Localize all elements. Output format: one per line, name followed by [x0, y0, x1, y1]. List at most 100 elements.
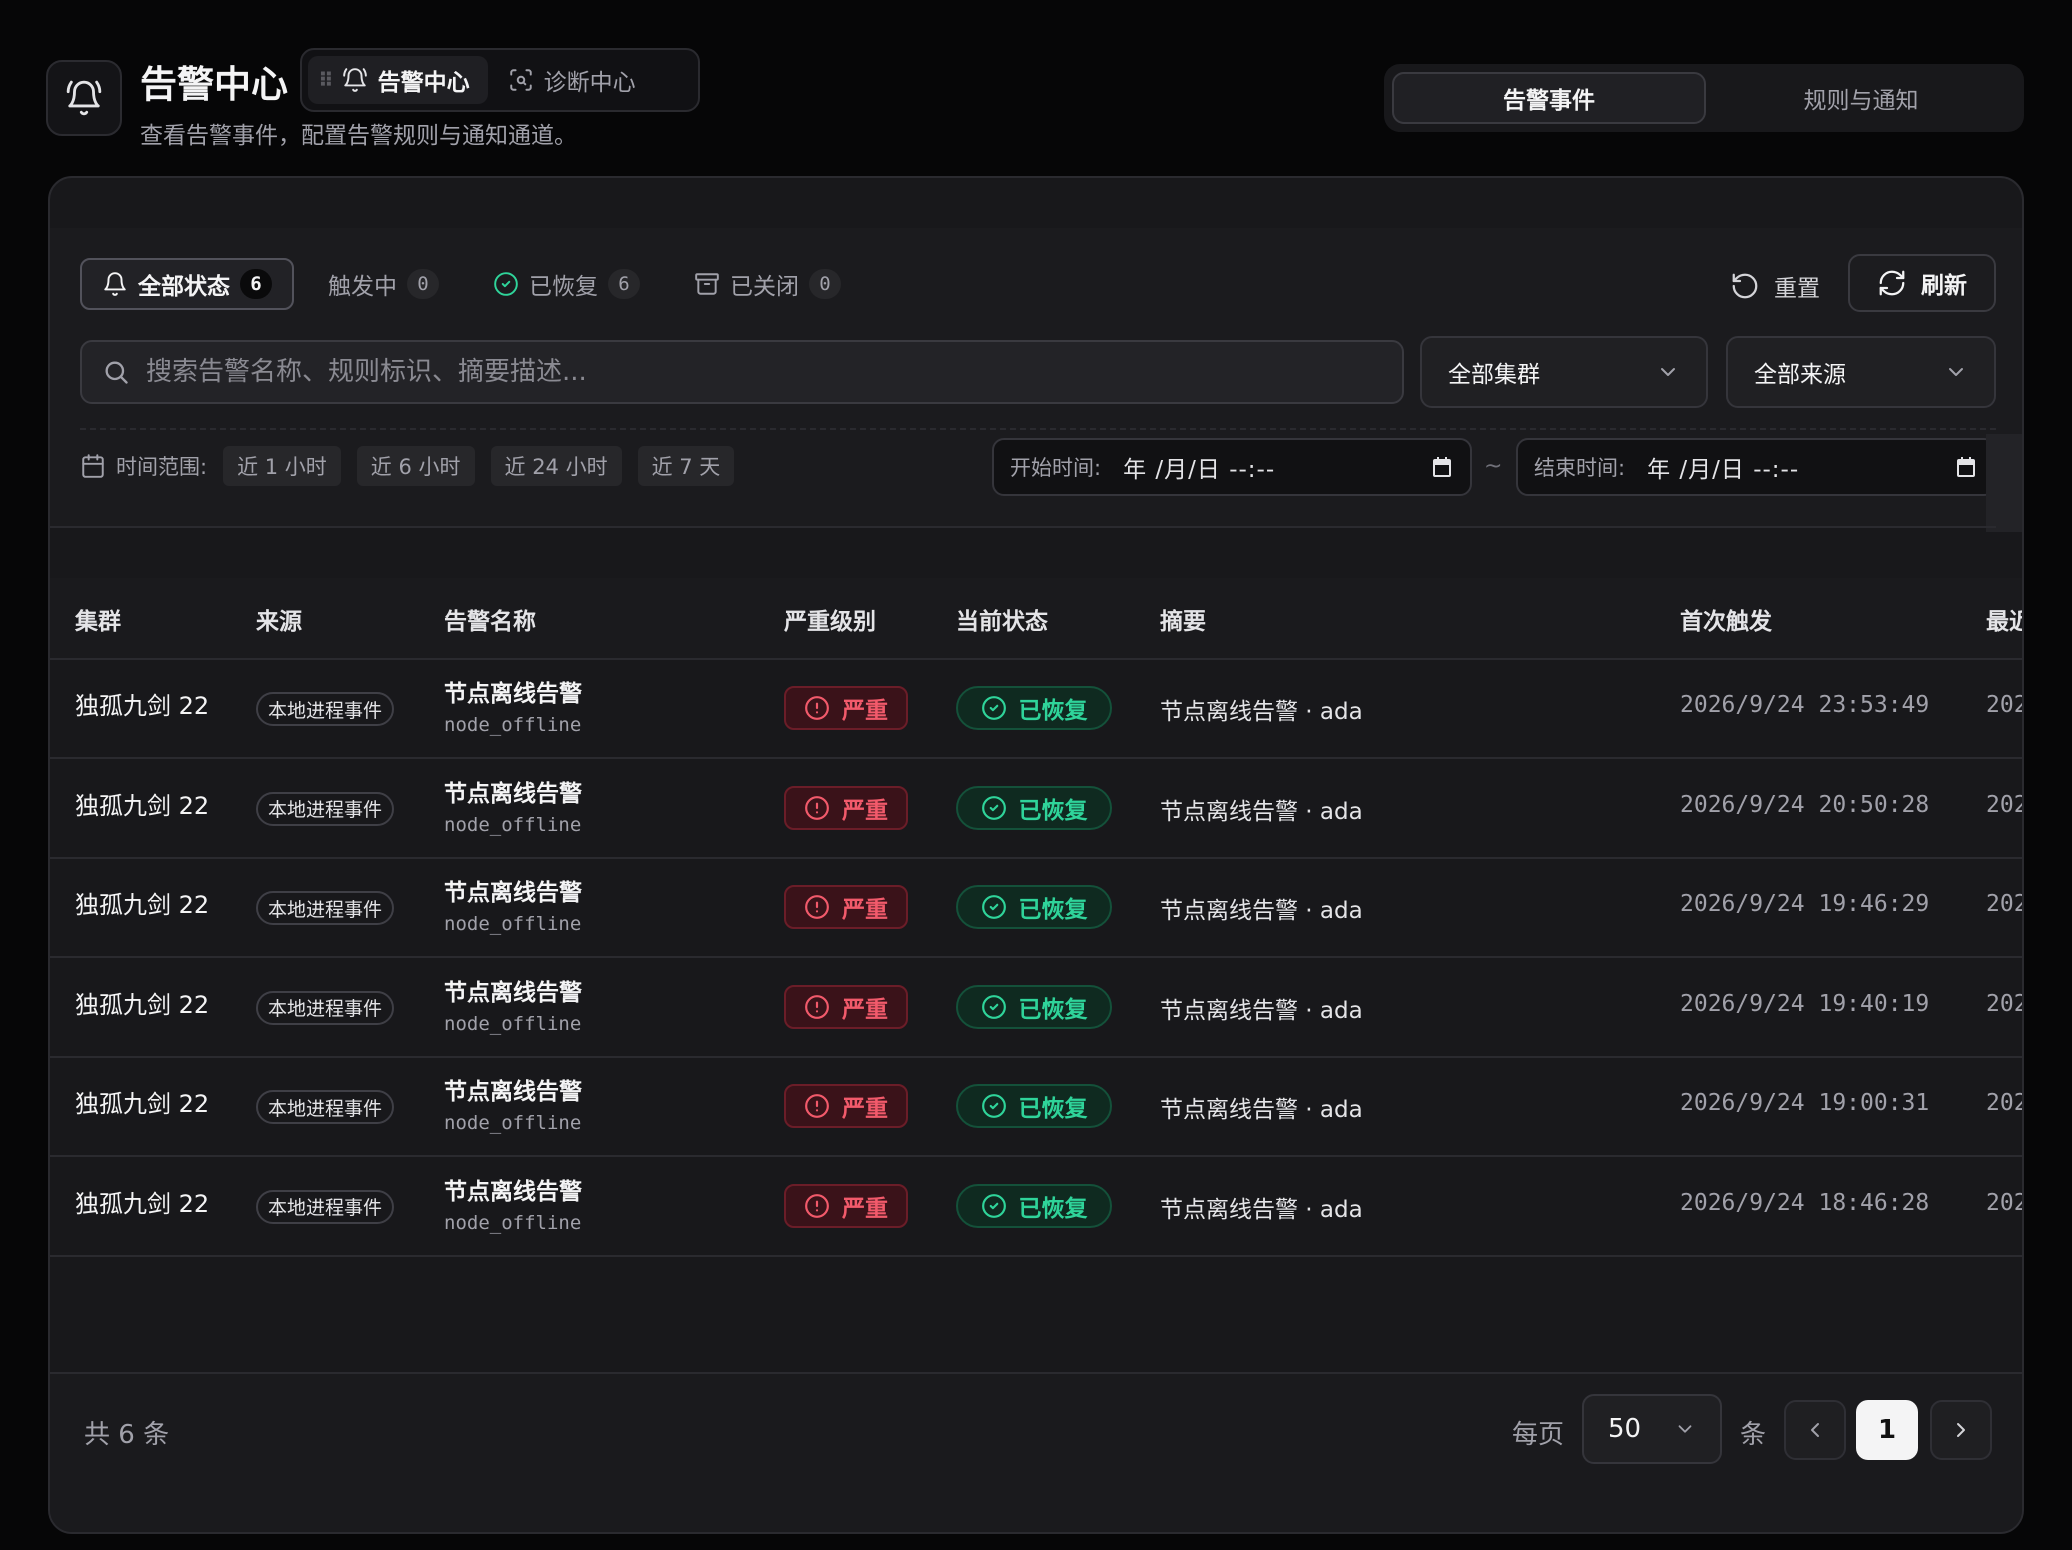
severity-badge: 严重: [784, 785, 908, 830]
alert-name-cell: 节点离线告警 node_offline: [444, 973, 582, 1035]
rule-key: node_offline: [444, 1112, 582, 1134]
page-title: 告警中心: [140, 63, 288, 106]
alert-name[interactable]: 节点离线告警: [444, 1172, 582, 1206]
page-1-button[interactable]: 1: [1856, 1400, 1918, 1460]
total-count: 共 6 条: [84, 1420, 170, 1450]
source-select-value: 全部来源: [1754, 362, 1846, 388]
first-triggered-cell: 2026/9/24 19:40:19: [1680, 990, 1930, 1017]
module-diagnosis-center[interactable]: 诊断中心: [498, 56, 654, 104]
module-label: 告警中心: [377, 70, 470, 96]
search-icon: [105, 361, 128, 384]
status-count-badge: 0: [809, 269, 841, 299]
start-time-label: 开始时间:: [1010, 456, 1102, 480]
column-header-cluster[interactable]: 集群: [75, 602, 121, 636]
status-tab-resolved[interactable]: 已恢复 6: [473, 258, 660, 310]
last-triggered-cell: 202: [1986, 891, 2024, 917]
status-tab-closed[interactable]: 已关闭 0: [674, 258, 861, 310]
alert-name[interactable]: 节点离线告警: [444, 873, 582, 907]
reset-label: 重置: [1774, 276, 1820, 302]
calendar-icon[interactable]: [1430, 455, 1454, 479]
alert-circle-icon: [805, 795, 829, 820]
cluster-select-value: 全部集群: [1448, 362, 1540, 388]
summary-cell: 节点离线告警 · ada: [1160, 1196, 1363, 1223]
search-box: [80, 340, 1404, 404]
status-label: 已恢复: [1018, 797, 1088, 824]
table-row[interactable]: 独孤九剑 22 本地进程事件 节点离线告警 node_offline 严重 已恢复 节点离线…: [50, 660, 2022, 759]
status-tab-all[interactable]: 全部状态 6: [80, 258, 294, 310]
end-time-value: 年 /月/日 --:--: [1647, 457, 1800, 483]
reset-button[interactable]: 重置: [1710, 260, 1840, 312]
status-label: 已恢复: [1018, 1096, 1088, 1122]
start-time-field[interactable]: 开始时间: 年 /月/日 --:--: [992, 438, 1472, 496]
source-select[interactable]: 全部来源: [1726, 336, 1996, 408]
module-switcher: ⠿ 告警中心 诊断中心: [300, 48, 700, 112]
view-tabs: 告警事件 规则与通知: [1384, 64, 2024, 132]
first-triggered-cell: 2026/9/24 18:46:28: [1680, 1189, 1930, 1216]
column-header-alert-name[interactable]: 告警名称: [444, 602, 536, 636]
per-page-unit: 条: [1740, 1420, 1767, 1450]
summary-cell: 节点离线告警 · ada: [1160, 898, 1363, 924]
table-row[interactable]: 独孤九剑 22 本地进程事件 节点离线告警 node_offline 严重 已恢复 节点离线…: [50, 1158, 2022, 1257]
status-badge: 已恢复: [956, 785, 1112, 830]
page-size-select[interactable]: 50: [1582, 1394, 1722, 1464]
preset-24h[interactable]: 近 24 小时: [490, 446, 622, 486]
column-header-first-triggered[interactable]: 首次触发: [1680, 602, 1772, 636]
end-time-field[interactable]: 结束时间: 年 /月/日 --:--: [1516, 438, 1996, 496]
first-triggered-cell: 2026/9/24 20:50:28: [1680, 791, 1930, 818]
module-alert-center[interactable]: ⠿ 告警中心: [308, 56, 488, 104]
bell-icon: [66, 80, 102, 116]
refresh-label: 刷新: [1921, 273, 1967, 299]
source-tag: 本地进程事件: [256, 990, 395, 1025]
preset-1h[interactable]: 近 1 小时: [223, 446, 341, 486]
summary-cell: 节点离线告警 · ada: [1160, 997, 1363, 1024]
search-input[interactable]: [146, 357, 1382, 387]
status-tab-label: 已关闭: [730, 274, 799, 300]
tab-alert-events[interactable]: 告警事件: [1392, 72, 1706, 124]
refresh-button[interactable]: 刷新: [1848, 254, 1996, 312]
alert-name[interactable]: 节点离线告警: [444, 973, 582, 1007]
status-tab-label: 触发中: [328, 274, 397, 300]
cluster-cell: 独孤九剑 22: [75, 1090, 210, 1118]
severity-label: 严重: [842, 897, 888, 923]
range-separator: ~: [1484, 454, 1503, 479]
column-header-severity[interactable]: 严重级别: [784, 602, 876, 636]
rule-key: node_offline: [444, 913, 582, 935]
status-label: 已恢复: [1018, 1195, 1088, 1222]
alert-name-cell: 节点离线告警 node_offline: [444, 873, 582, 935]
check-circle-icon: [981, 895, 1006, 919]
chevron-left-icon: [1811, 1423, 1819, 1437]
next-page-button[interactable]: [1930, 1400, 1992, 1460]
status-count-badge: 6: [608, 269, 640, 299]
last-triggered-cell: 202: [1986, 990, 2024, 1017]
cluster-select[interactable]: 全部集群: [1420, 336, 1708, 408]
table-row[interactable]: 独孤九剑 22 本地进程事件 节点离线告警 node_offline 严重 已恢复 节点离线…: [50, 1058, 2022, 1157]
column-header-last[interactable]: 最近: [1986, 602, 2022, 636]
check-circle-icon: [981, 1193, 1006, 1218]
calendar-icon[interactable]: [1954, 455, 1978, 479]
table-row[interactable]: 独孤九剑 22 本地进程事件 节点离线告警 node_offline 严重 已恢复 节点离线…: [50, 760, 2022, 859]
table-row[interactable]: 独孤九剑 22 本地进程事件 节点离线告警 node_offline 严重 已恢复 节点离线…: [50, 959, 2022, 1058]
drag-handle-icon[interactable]: ⠿: [318, 68, 334, 92]
column-header-source[interactable]: 来源: [256, 602, 302, 636]
status-tab-firing[interactable]: 触发中 0: [308, 258, 459, 310]
column-header-summary[interactable]: 摘要: [1160, 602, 1206, 636]
table-row[interactable]: 独孤九剑 22 本地进程事件 节点离线告警 node_offline 严重 已恢复 节点离线…: [50, 859, 2022, 958]
severity-label: 严重: [842, 996, 888, 1023]
status-label: 已恢复: [1018, 698, 1088, 724]
alert-circle-icon: [805, 696, 829, 720]
column-header-status[interactable]: 当前状态: [956, 602, 1048, 636]
chevron-right-icon: [1957, 1423, 1965, 1437]
end-time-label: 结束时间:: [1534, 456, 1626, 480]
alert-name[interactable]: 节点离线告警: [444, 1072, 582, 1106]
severity-badge: 严重: [784, 885, 908, 929]
severity-badge: 严重: [784, 1084, 908, 1128]
summary-cell: 节点离线告警 · ada: [1160, 798, 1363, 825]
preset-7d[interactable]: 近 7 天: [637, 446, 735, 486]
tab-rules-notifications[interactable]: 规则与通知: [1706, 72, 2016, 124]
status-badge: 已恢复: [956, 984, 1112, 1029]
chevron-down-icon: [1678, 1425, 1692, 1433]
prev-page-button[interactable]: [1784, 1400, 1846, 1460]
alert-name[interactable]: 节点离线告警: [444, 774, 582, 808]
alert-name[interactable]: 节点离线告警: [444, 674, 582, 708]
preset-6h[interactable]: 近 6 小时: [356, 446, 475, 486]
